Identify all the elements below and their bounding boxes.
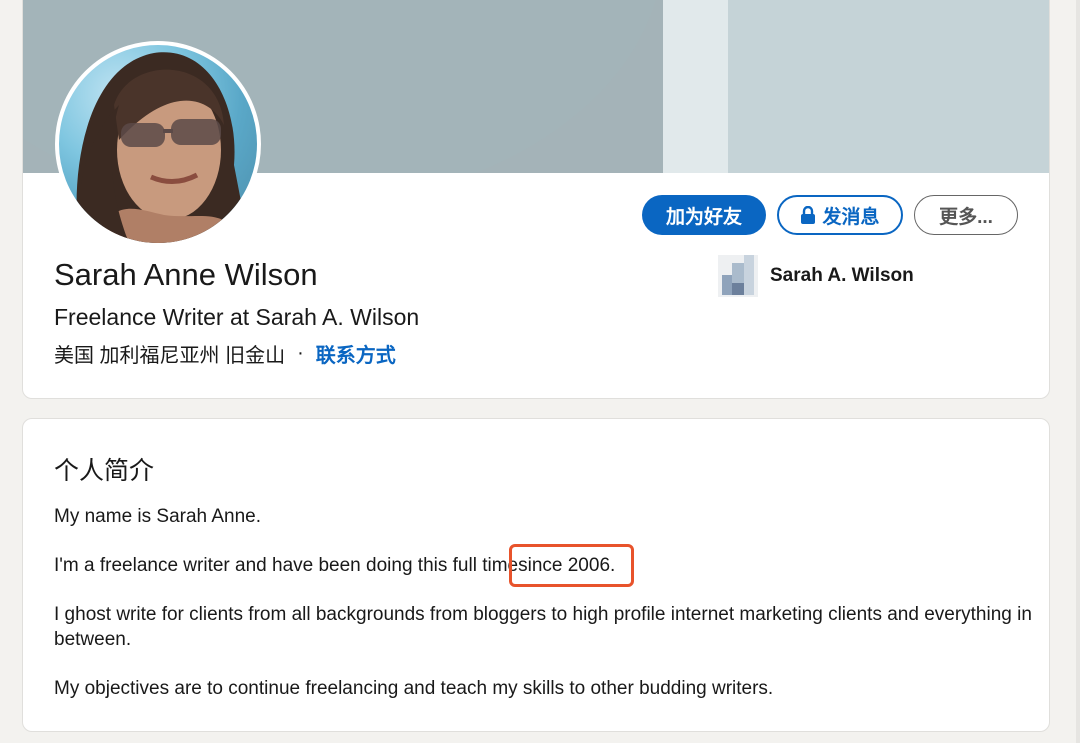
profile-location-row: 美国 加利福尼亚州 旧金山 · 联系方式 [54,339,396,368]
message-button[interactable]: 发消息 [777,195,903,235]
about-title: 个人简介 [54,457,155,485]
contact-info-link[interactable]: 联系方式 [316,339,396,368]
connect-button[interactable]: 加为好友 [642,195,766,235]
about-paragraph: I'm a freelance writer and have been doi… [54,544,1034,587]
about-paragraph: I ghost write for clients from all backg… [54,604,1032,650]
page-edge [1076,0,1080,743]
lock-icon [801,206,816,224]
banner-panel [728,0,1049,173]
profile-name: Sarah Anne Wilson [54,257,318,292]
highlighted-text: since 2006. [518,555,616,576]
more-button-label: 更多... [939,206,993,228]
about-paragraph-text: I'm a freelance writer and have been doi… [54,555,519,576]
about-paragraph: My name is Sarah Anne. [54,506,261,527]
separator-dot: · [297,342,304,364]
profile-card: 加为好友 发消息 更多... Sarah Anne Wilson Freelan… [22,0,1050,399]
company-name: Sarah A. Wilson [770,265,914,286]
profile-headline: Freelance Writer at Sarah A. Wilson [54,304,420,330]
about-card: 个人简介 My name is Sarah Anne. I'm a freela… [22,418,1050,732]
connect-button-label: 加为好友 [665,206,742,228]
more-button[interactable]: 更多... [914,195,1018,235]
company-logo-icon [718,255,758,297]
message-button-label: 发消息 [822,206,880,228]
highlight-box: since 2006. [509,544,635,587]
about-paragraph: My objectives are to continue freelancin… [54,678,774,699]
profile-location: 美国 加利福尼亚州 旧金山 [54,345,286,367]
current-company[interactable]: Sarah A. Wilson [718,255,914,297]
avatar-photo [76,52,249,243]
avatar[interactable] [55,41,261,247]
